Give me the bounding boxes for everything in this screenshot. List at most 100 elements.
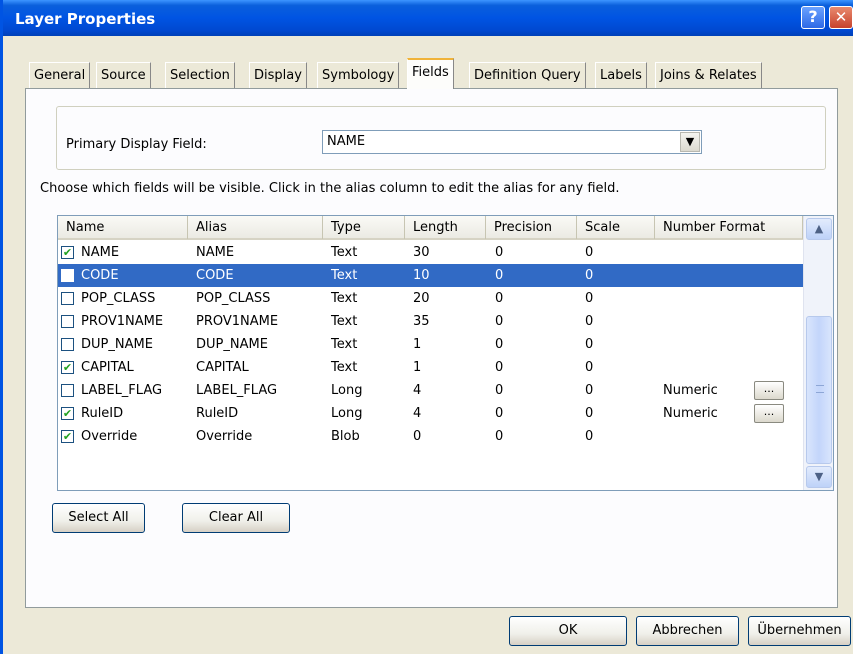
cell-format: Numeric xyxy=(663,383,718,398)
primary-display-dropdown[interactable]: NAME ▼ xyxy=(322,130,702,154)
vertical-scrollbar[interactable]: ▲ ▼ xyxy=(803,216,833,490)
layer-properties-dialog: Layer Properties ? ✕ General Source Sele… xyxy=(0,0,853,654)
visibility-checkbox[interactable] xyxy=(61,384,74,397)
table-row[interactable]: ✔ NAME NAME Text 30 0 0 xyxy=(58,241,803,264)
visibility-checkbox[interactable] xyxy=(61,292,74,305)
cell-precision: 0 xyxy=(495,268,504,283)
tab-joins-relates[interactable]: Joins & Relates xyxy=(655,62,762,88)
table-row[interactable]: DUP_NAME DUP_NAME Text 1 0 0 xyxy=(58,333,803,356)
chevron-down-icon[interactable]: ▼ xyxy=(680,132,700,152)
apply-button[interactable]: Übernehmen xyxy=(748,616,851,646)
cell-precision: 0 xyxy=(495,429,504,444)
scrollbar-thumb[interactable] xyxy=(806,316,832,464)
window-title: Layer Properties xyxy=(15,10,156,28)
cell-type: Text xyxy=(331,360,358,375)
tab-strip: General Source Selection Display Symbolo… xyxy=(29,58,789,89)
cell-scale: 0 xyxy=(585,291,594,306)
cancel-button[interactable]: Abbrechen xyxy=(636,616,739,646)
cell-type: Text xyxy=(331,268,358,283)
visibility-checkbox[interactable] xyxy=(61,269,74,282)
fields-grid: Name Alias Type Length Precision Scale N… xyxy=(57,215,834,491)
cell-alias[interactable]: CAPITAL xyxy=(196,356,249,379)
clear-all-button[interactable]: Clear All xyxy=(182,503,290,533)
table-row[interactable]: ✔ RuleID RuleID Long 4 0 0 Numeric... xyxy=(58,402,803,425)
tab-labels[interactable]: Labels xyxy=(595,62,647,88)
cell-name: CODE xyxy=(81,268,119,283)
cell-alias[interactable]: Override xyxy=(196,425,252,448)
cell-type: Text xyxy=(331,291,358,306)
cell-length: 4 xyxy=(413,406,422,421)
ok-button[interactable]: OK xyxy=(509,616,627,646)
cell-type: Blob xyxy=(331,429,360,444)
number-format-button[interactable]: ... xyxy=(754,381,784,400)
primary-display-value: NAME xyxy=(327,134,366,149)
cell-precision: 0 xyxy=(495,291,504,306)
tab-symbology[interactable]: Symbology xyxy=(317,62,400,88)
scroll-down-icon[interactable]: ▼ xyxy=(806,466,832,488)
column-header-length[interactable]: Length xyxy=(405,216,486,239)
table-row[interactable]: PROV1NAME PROV1NAME Text 35 0 0 xyxy=(58,310,803,333)
title-bar: Layer Properties ? ✕ xyxy=(3,0,853,36)
cell-alias[interactable]: LABEL_FLAG xyxy=(196,379,277,402)
primary-display-label: Primary Display Field: xyxy=(66,137,207,152)
cell-type: Long xyxy=(331,406,363,421)
cell-alias[interactable]: DUP_NAME xyxy=(196,333,268,356)
cell-name: DUP_NAME xyxy=(81,337,153,352)
cell-length: 0 xyxy=(413,429,422,444)
visibility-checkbox[interactable] xyxy=(61,315,74,328)
cell-alias[interactable]: NAME xyxy=(196,241,234,264)
visibility-checkbox[interactable]: ✔ xyxy=(61,407,74,420)
cell-scale: 0 xyxy=(585,337,594,352)
cell-length: 4 xyxy=(413,383,422,398)
tab-fields[interactable]: Fields xyxy=(407,58,454,89)
cell-scale: 0 xyxy=(585,360,594,375)
cell-scale: 0 xyxy=(585,383,594,398)
cell-precision: 0 xyxy=(495,383,504,398)
cell-name: POP_CLASS xyxy=(81,291,156,306)
cell-alias[interactable]: CODE xyxy=(196,264,234,287)
cell-name: Override xyxy=(81,429,138,444)
grip-icon xyxy=(816,385,824,393)
visibility-checkbox[interactable] xyxy=(61,338,74,351)
cell-name: PROV1NAME xyxy=(81,314,164,329)
cell-alias[interactable]: POP_CLASS xyxy=(196,287,270,310)
cell-precision: 0 xyxy=(495,337,504,352)
column-header-name[interactable]: Name xyxy=(58,216,188,239)
cell-type: Text xyxy=(331,314,358,329)
visibility-checkbox[interactable]: ✔ xyxy=(61,430,74,443)
cell-scale: 0 xyxy=(585,268,594,283)
table-row[interactable]: ✔ Override Override Blob 0 0 0 xyxy=(58,425,803,448)
number-format-button[interactable]: ... xyxy=(754,404,784,423)
table-row[interactable]: LABEL_FLAG LABEL_FLAG Long 4 0 0 Numeric... xyxy=(58,379,803,402)
select-all-button[interactable]: Select All xyxy=(52,503,145,533)
scroll-up-icon[interactable]: ▲ xyxy=(806,218,832,240)
cell-type: Long xyxy=(331,383,363,398)
tab-display[interactable]: Display xyxy=(249,62,307,88)
cell-scale: 0 xyxy=(585,429,594,444)
cell-format: Numeric xyxy=(663,406,718,421)
column-header-precision[interactable]: Precision xyxy=(486,216,577,239)
help-icon[interactable]: ? xyxy=(801,6,825,29)
tab-definition-query[interactable]: Definition Query xyxy=(469,62,586,88)
cell-length: 30 xyxy=(413,245,430,260)
cell-alias[interactable]: PROV1NAME xyxy=(196,310,278,333)
close-icon[interactable]: ✕ xyxy=(829,6,853,29)
cell-precision: 0 xyxy=(495,360,504,375)
tab-selection[interactable]: Selection xyxy=(165,62,235,88)
table-row[interactable]: CODE CODE Text 10 0 0 xyxy=(58,264,803,287)
tab-general[interactable]: General xyxy=(29,62,91,88)
tab-source[interactable]: Source xyxy=(96,62,151,88)
cell-precision: 0 xyxy=(495,314,504,329)
cell-scale: 0 xyxy=(585,245,594,260)
table-row[interactable]: ✔ CAPITAL CAPITAL Text 1 0 0 xyxy=(58,356,803,379)
cell-type: Text xyxy=(331,337,358,352)
visibility-checkbox[interactable]: ✔ xyxy=(61,246,74,259)
table-row[interactable]: POP_CLASS POP_CLASS Text 20 0 0 xyxy=(58,287,803,310)
column-header-scale[interactable]: Scale xyxy=(577,216,655,239)
column-header-number-format[interactable]: Number Format xyxy=(655,216,803,239)
cell-name: NAME xyxy=(81,245,120,260)
cell-alias[interactable]: RuleID xyxy=(196,402,238,425)
visibility-checkbox[interactable]: ✔ xyxy=(61,361,74,374)
column-header-alias[interactable]: Alias xyxy=(188,216,323,239)
column-header-type[interactable]: Type xyxy=(323,216,405,239)
